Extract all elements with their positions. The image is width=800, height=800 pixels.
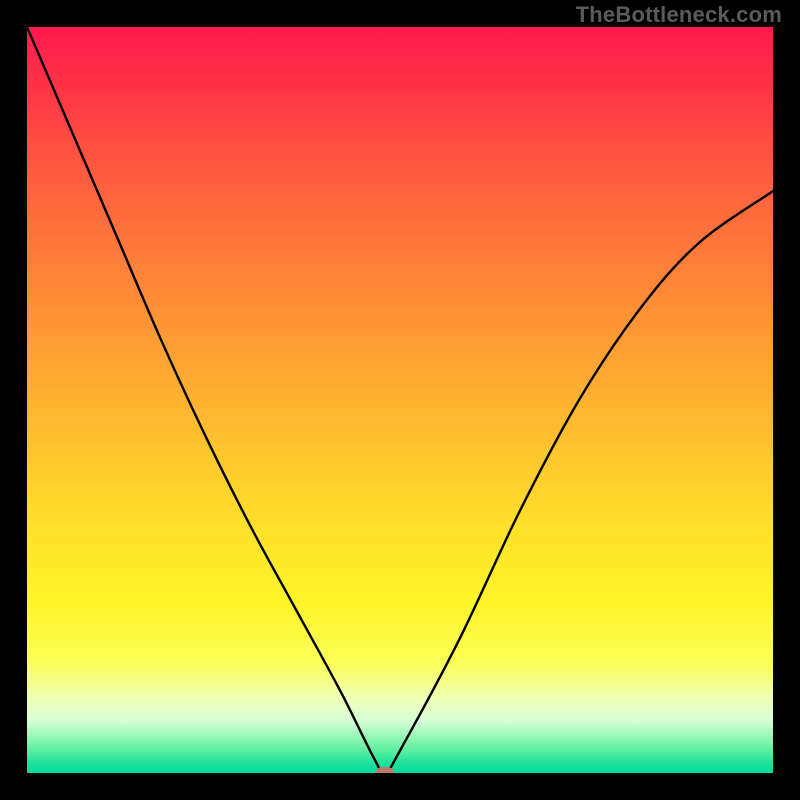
plot-area [27, 27, 773, 773]
chart-container: TheBottleneck.com [0, 0, 800, 800]
bottleneck-curve [27, 27, 773, 773]
attribution-label: TheBottleneck.com [576, 2, 782, 28]
minimum-marker-icon [376, 767, 394, 773]
